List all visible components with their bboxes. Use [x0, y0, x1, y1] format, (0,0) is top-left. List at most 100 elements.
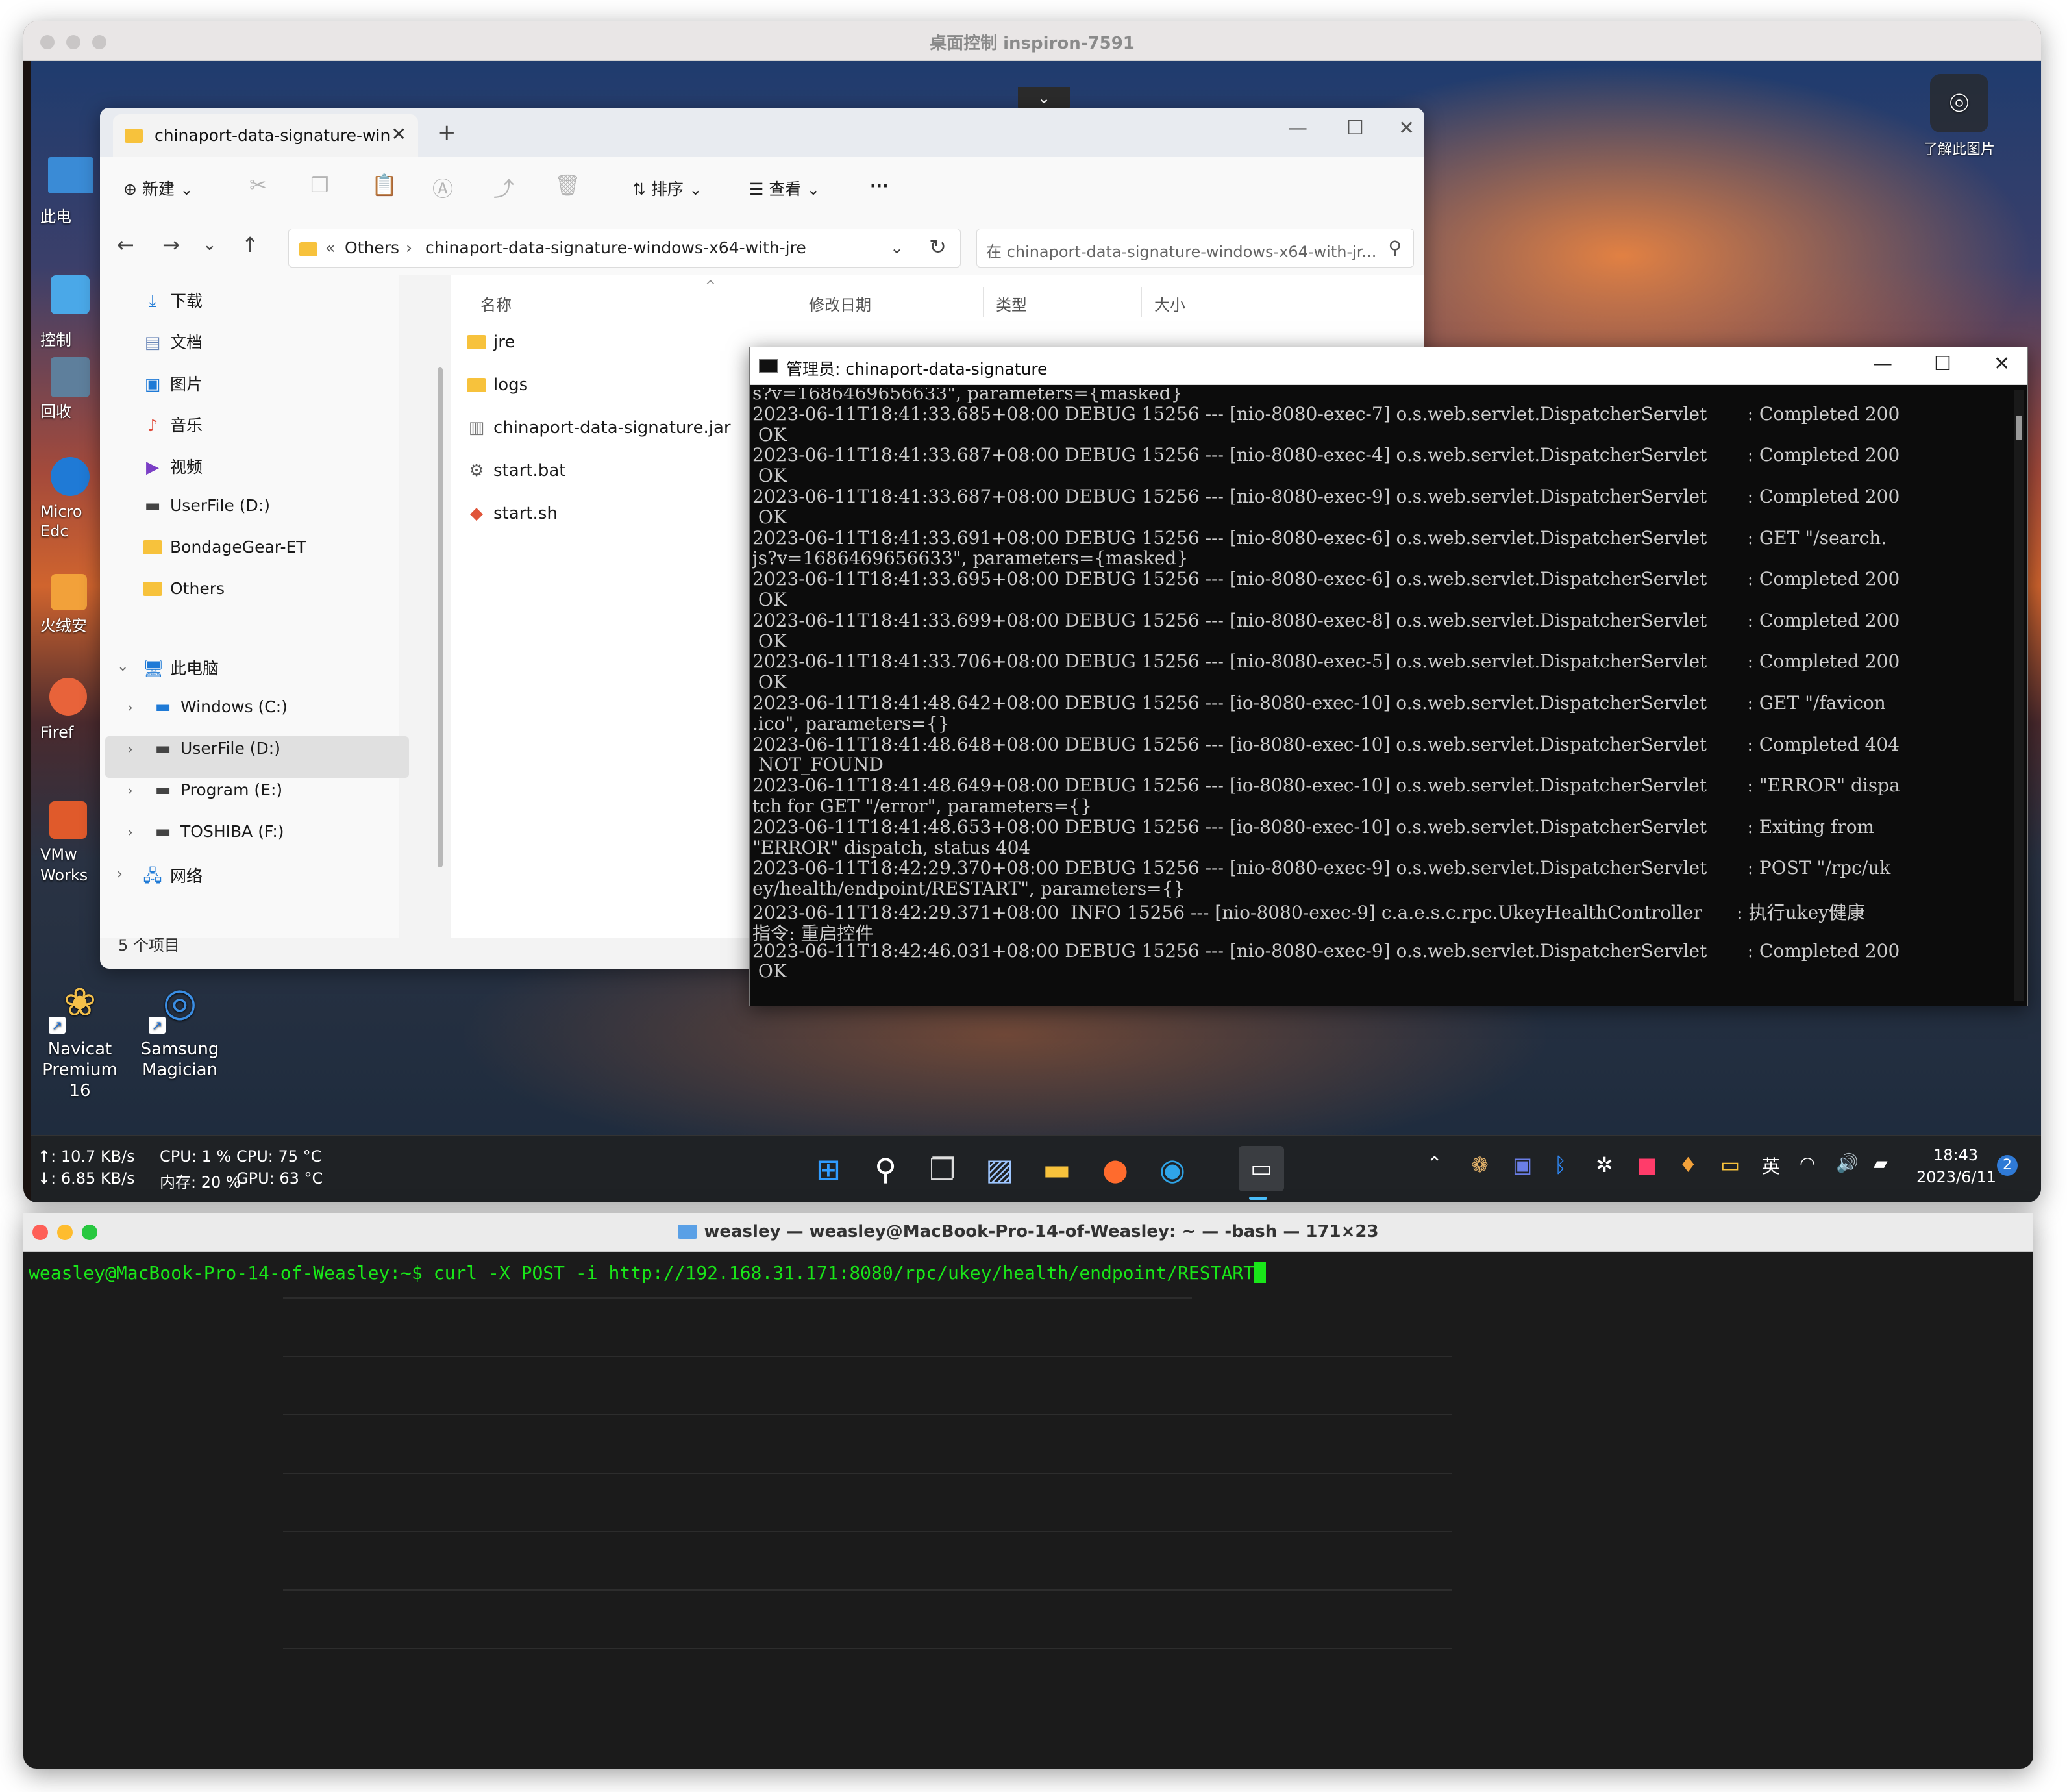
app-tray-icon[interactable]: ■ [1637, 1152, 1657, 1177]
new-tab-button[interactable]: + [438, 119, 456, 145]
bluetooth-icon[interactable]: ᛒ [1554, 1152, 1566, 1177]
nav-item-this-pc[interactable]: 🖥 此电脑 [143, 656, 219, 691]
edge-icon[interactable]: ◉ [1153, 1150, 1192, 1189]
up-icon[interactable]: ↑ [241, 232, 259, 257]
folder-tray-icon[interactable]: ▭ [1720, 1152, 1740, 1177]
scroll-thumb[interactable] [2016, 416, 2022, 440]
new-button[interactable]: ⊕ 新建 ⌄ [123, 177, 193, 200]
sync-icon[interactable]: ✲ [1596, 1152, 1613, 1177]
column-header-type[interactable]: 类型 [996, 292, 1027, 315]
column-header-size[interactable]: 大小 [1154, 292, 1185, 315]
maximize-icon[interactable]: ☐ [1934, 353, 1951, 375]
address-bar[interactable]: « Others › chinaport-data-signature-wind… [288, 229, 961, 268]
firefox-icon[interactable]: ● [1096, 1150, 1135, 1189]
column-header-modified[interactable]: 修改日期 [809, 292, 871, 315]
clock-date[interactable]: 2023/6/11 [1916, 1168, 1996, 1186]
nav-item-drive-f[interactable]: ▬ TOSHIBA (F:) [153, 822, 284, 857]
nav-item-bondagegear[interactable]: BondageGear-ET [143, 538, 306, 573]
nav-scrollbar[interactable] [438, 367, 443, 867]
close-tab-icon[interactable]: ✕ [391, 123, 406, 145]
file-explorer-icon[interactable]: ▬ [1037, 1150, 1076, 1189]
desktop-icon-navicat[interactable]: ❀ ↗ Navicat Premium 16 [31, 970, 129, 1101]
cut-icon[interactable]: ✂ [249, 173, 267, 197]
back-icon[interactable]: ← [117, 232, 134, 257]
firefox-icon[interactable] [49, 678, 87, 716]
collapse-chevron-icon[interactable]: › [127, 825, 133, 841]
collapse-chevron-icon[interactable]: › [127, 700, 133, 716]
battery-icon[interactable]: ▰ [1874, 1152, 1888, 1174]
vmware-icon[interactable] [49, 801, 87, 839]
teams-icon[interactable]: ▣ [1513, 1152, 1532, 1177]
nav-item-drive-e[interactable]: ▬ Program (E:) [153, 780, 282, 815]
close-icon[interactable]: ✕ [1994, 353, 2010, 375]
huorong-icon[interactable]: ♦ [1679, 1152, 1698, 1177]
collapse-chevron-icon[interactable]: › [127, 783, 133, 799]
clock-time[interactable]: 18:43 [1933, 1146, 1978, 1164]
sort-button[interactable]: ⇅ 排序 ⌄ [632, 177, 702, 200]
nav-item-network[interactable]: 🖧 网络 [143, 864, 203, 899]
column-separator[interactable] [1141, 287, 1142, 317]
minimize-icon[interactable]: — [1288, 117, 1307, 140]
volume-icon[interactable]: 🔊 [1836, 1152, 1859, 1174]
file-row-start-bat[interactable]: ⚙ start.bat [466, 461, 565, 480]
expand-chevron-icon[interactable]: ⌄ [117, 658, 129, 675]
minimize-icon[interactable]: — [1873, 353, 1892, 375]
desktop-icon-samsung-magician[interactable]: ◎ ↗ Samsung Magician [131, 970, 229, 1080]
search-box[interactable]: 在 chinaport-data-signature-windows-x64-w… [976, 229, 1414, 268]
nav-item-drive-c[interactable]: ▬ Windows (C:) [153, 697, 288, 732]
maximize-icon[interactable]: ☐ [1346, 117, 1364, 140]
file-row-jar[interactable]: ▥ chinaport-data-signature.jar [466, 418, 731, 438]
nav-item-downloads[interactable]: ⤓下载📌 [143, 288, 493, 323]
nav-item-videos[interactable]: ▶视频📌 [143, 454, 493, 490]
nav-item-userfile[interactable]: ▬ UserFile (D:) [143, 496, 270, 531]
view-button[interactable]: ☰ 查看 ⌄ [749, 177, 820, 200]
terminal-command-line[interactable]: weasley@MacBook-Pro-14-of-Weasley:~$ cur… [29, 1262, 1267, 1284]
nav-item-others[interactable]: Others [143, 579, 225, 614]
more-options-icon[interactable]: ··· [870, 177, 889, 195]
rename-icon[interactable]: Ⓐ [432, 173, 453, 203]
visual-lookup-button[interactable]: ⌾ 了解此图片 [1914, 74, 2005, 158]
monitor-icon[interactable] [48, 157, 93, 193]
file-row-logs[interactable]: logs [466, 375, 528, 395]
address-dropdown-icon[interactable]: ⌄ [890, 238, 904, 257]
recent-chevron-icon[interactable]: ⌄ [203, 235, 217, 255]
explorer-tab[interactable]: chinaport-data-signature-win ✕ [113, 114, 418, 157]
share-icon[interactable]: ⤴ [493, 173, 514, 203]
close-icon[interactable]: ✕ [1398, 117, 1415, 140]
collapse-chevron-icon[interactable]: › [127, 741, 133, 758]
recycle-bin-icon[interactable] [51, 357, 90, 397]
copy-icon[interactable]: ❐ [310, 173, 329, 197]
notification-badge[interactable]: 2 [1997, 1155, 2018, 1176]
nav-item-pictures[interactable]: ▣图片📌 [143, 371, 493, 406]
control-panel-icon[interactable] [51, 275, 90, 314]
file-row-start-sh[interactable]: ◆ start.sh [466, 504, 558, 523]
cat-icon[interactable]: ❁ [1471, 1152, 1489, 1177]
console-scrollbar[interactable] [2014, 390, 2024, 1001]
file-row-jre[interactable]: jre [466, 332, 515, 352]
overflow-chevron-icon[interactable]: « [325, 238, 335, 257]
column-separator[interactable] [983, 287, 984, 317]
chevron-down-icon[interactable]: ⌄ [1018, 87, 1070, 110]
paste-icon[interactable]: 📋 [371, 173, 397, 197]
search-icon[interactable]: ⚲ [866, 1150, 905, 1189]
column-header-name[interactable]: 名称 [480, 292, 512, 315]
breadcrumb-current[interactable]: chinaport-data-signature-windows-x64-wit… [425, 238, 806, 257]
chevron-up-icon[interactable]: ⌃ [1427, 1152, 1442, 1174]
nav-item-documents[interactable]: ▤文档📌 [143, 330, 493, 365]
resource-monitor-icon[interactable]: ▨ [980, 1150, 1019, 1189]
huorong-icon[interactable] [51, 574, 87, 610]
refresh-icon[interactable]: ↻ [929, 234, 947, 259]
edge-browser-icon[interactable] [51, 457, 90, 496]
ime-indicator[interactable]: 英 [1762, 1152, 1780, 1178]
wifi-icon[interactable]: ◠ [1800, 1152, 1815, 1174]
nav-item-music[interactable]: ♪音乐📌 [143, 413, 493, 448]
terminal-icon[interactable]: ▭ [1239, 1146, 1284, 1191]
collapse-chevron-icon[interactable]: › [117, 866, 123, 882]
delete-icon[interactable]: 🗑 [554, 173, 581, 197]
forward-icon[interactable]: → [162, 232, 180, 257]
start-windows-icon[interactable]: ⊞ [809, 1150, 848, 1189]
breadcrumb-others[interactable]: Others [345, 238, 399, 257]
task-view-icon[interactable]: ❐ [923, 1150, 962, 1189]
console-output[interactable]: s?v=1686469656633", parameters={masked} 2… [752, 388, 1998, 1004]
nav-item-drive-d[interactable]: ▬ UserFile (D:) [153, 739, 280, 774]
